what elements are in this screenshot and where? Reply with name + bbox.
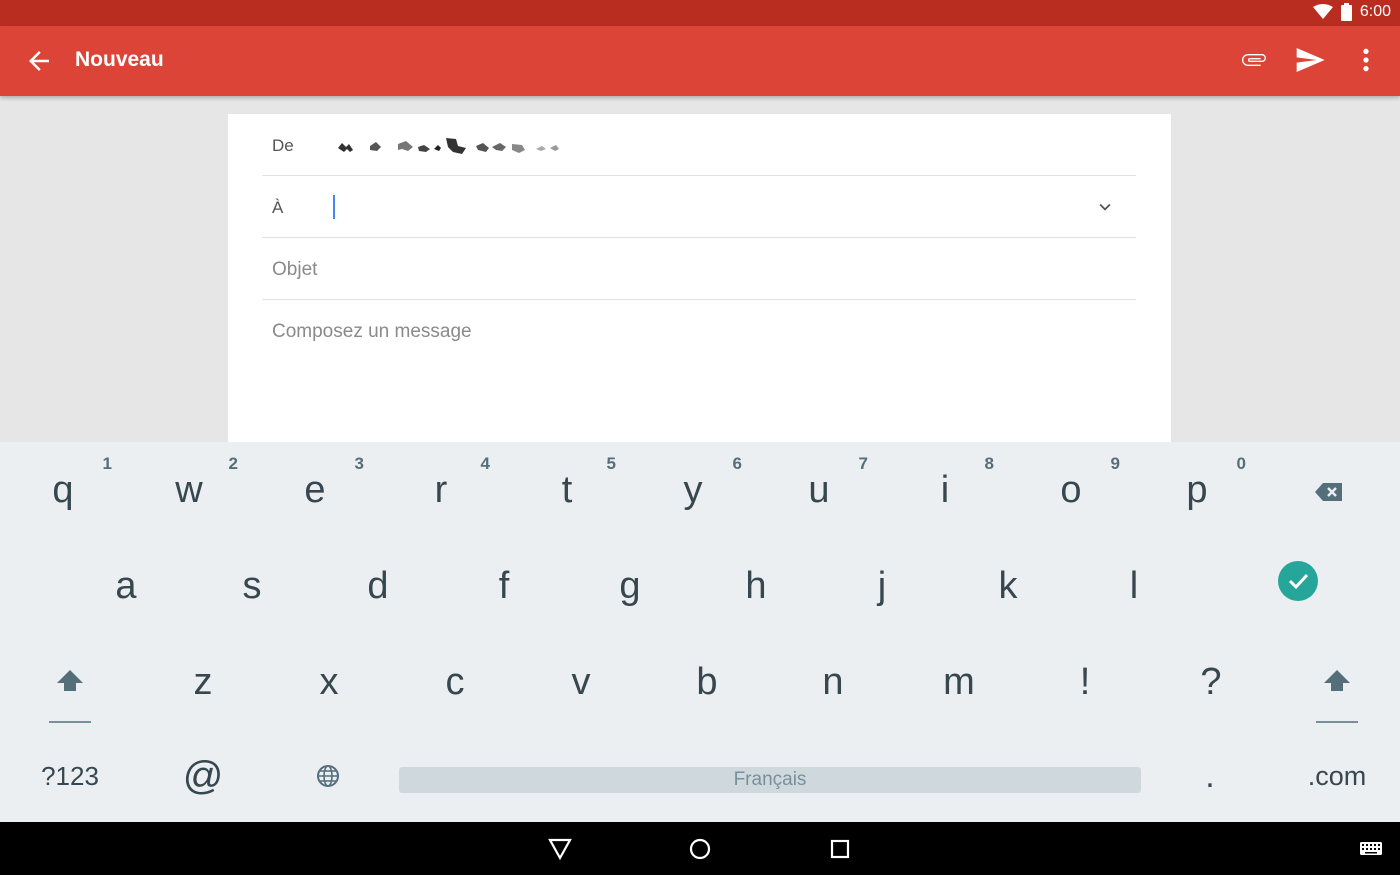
key-m[interactable]: m [896,634,1022,730]
back-nav-icon[interactable] [546,835,574,863]
key-q[interactable]: 1q [0,442,126,538]
to-label: À [272,198,284,217]
key-h[interactable]: h [693,538,819,634]
shift-key-left[interactable] [7,634,133,730]
key-question[interactable]: ? [1148,634,1274,730]
backspace-icon [1315,469,1343,512]
app-bar: Nouveau [0,26,1400,96]
key-c[interactable]: c [392,634,518,730]
from-label: De [272,136,294,155]
status-time: 6:00 [1359,3,1391,20]
key-l[interactable]: l [1071,538,1197,634]
key-n[interactable]: n [770,634,896,730]
key-r[interactable]: 4r [378,442,504,538]
key-i[interactable]: 8i [882,442,1008,538]
key-s[interactable]: s [189,538,315,634]
text-cursor [333,195,335,219]
keyboard-switch-icon[interactable] [1358,835,1384,863]
key-p[interactable]: 0p [1134,442,1260,538]
period-key[interactable]: . [1150,730,1270,822]
shift-icon [56,661,84,704]
language-key[interactable] [268,730,388,822]
key-g[interactable]: g [567,538,693,634]
home-nav-icon[interactable] [686,835,714,863]
key-f[interactable]: f [441,538,567,634]
from-row[interactable]: De [262,114,1136,176]
key-a[interactable]: a [63,538,189,634]
shift-indicator-left [49,721,91,723]
key-w[interactable]: 2w [126,442,252,538]
key-o[interactable]: 9o [1008,442,1134,538]
at-key[interactable]: @ [143,730,263,822]
space-bar[interactable]: Français [399,767,1141,793]
page-title: Nouveau [75,48,164,71]
key-x[interactable]: x [266,634,392,730]
subject-field[interactable]: Objet [262,238,1136,300]
chevron-down-icon[interactable] [1094,196,1116,218]
key-y[interactable]: 6y [630,442,756,538]
soft-keyboard: 1q 2w 3e 4r 5t 6y 7u 8i 9o 0p a s d f g … [0,442,1400,822]
status-bar: 6:00 [0,0,1400,26]
key-z[interactable]: z [140,634,266,730]
key-v[interactable]: v [518,634,644,730]
key-b[interactable]: b [644,634,770,730]
more-vert-icon[interactable] [1350,44,1382,76]
dotcom-key[interactable]: .com [1275,730,1399,822]
send-icon[interactable] [1294,44,1326,76]
attach-icon[interactable] [1238,44,1270,76]
check-icon [1277,560,1319,612]
body-placeholder: Composez un message [272,321,472,342]
recents-nav-icon[interactable] [826,835,854,863]
shift-key-right[interactable] [1274,634,1400,730]
globe-icon [316,755,340,798]
symbols-key[interactable]: ?123 [10,730,130,822]
subject-placeholder: Objet [272,259,318,280]
wifi-icon [1312,4,1333,20]
compose-card: De À Objet Composez un message [228,114,1171,442]
key-u[interactable]: 7u [756,442,882,538]
battery-icon [1340,3,1352,21]
shift-icon [1323,661,1351,704]
key-k[interactable]: k [945,538,1071,634]
key-e[interactable]: 3e [252,442,378,538]
key-exclamation[interactable]: ! [1022,634,1148,730]
backspace-key[interactable] [1266,442,1392,538]
key-d[interactable]: d [315,538,441,634]
key-t[interactable]: 5t [504,442,630,538]
back-arrow-icon[interactable] [24,46,54,76]
shift-indicator-right [1316,721,1358,723]
to-row[interactable]: À [262,176,1136,238]
message-body-field[interactable]: Composez un message [262,300,1136,360]
enter-key[interactable] [1235,538,1361,634]
navigation-bar [0,822,1400,875]
key-j[interactable]: j [819,538,945,634]
from-address-redacted [332,134,572,158]
